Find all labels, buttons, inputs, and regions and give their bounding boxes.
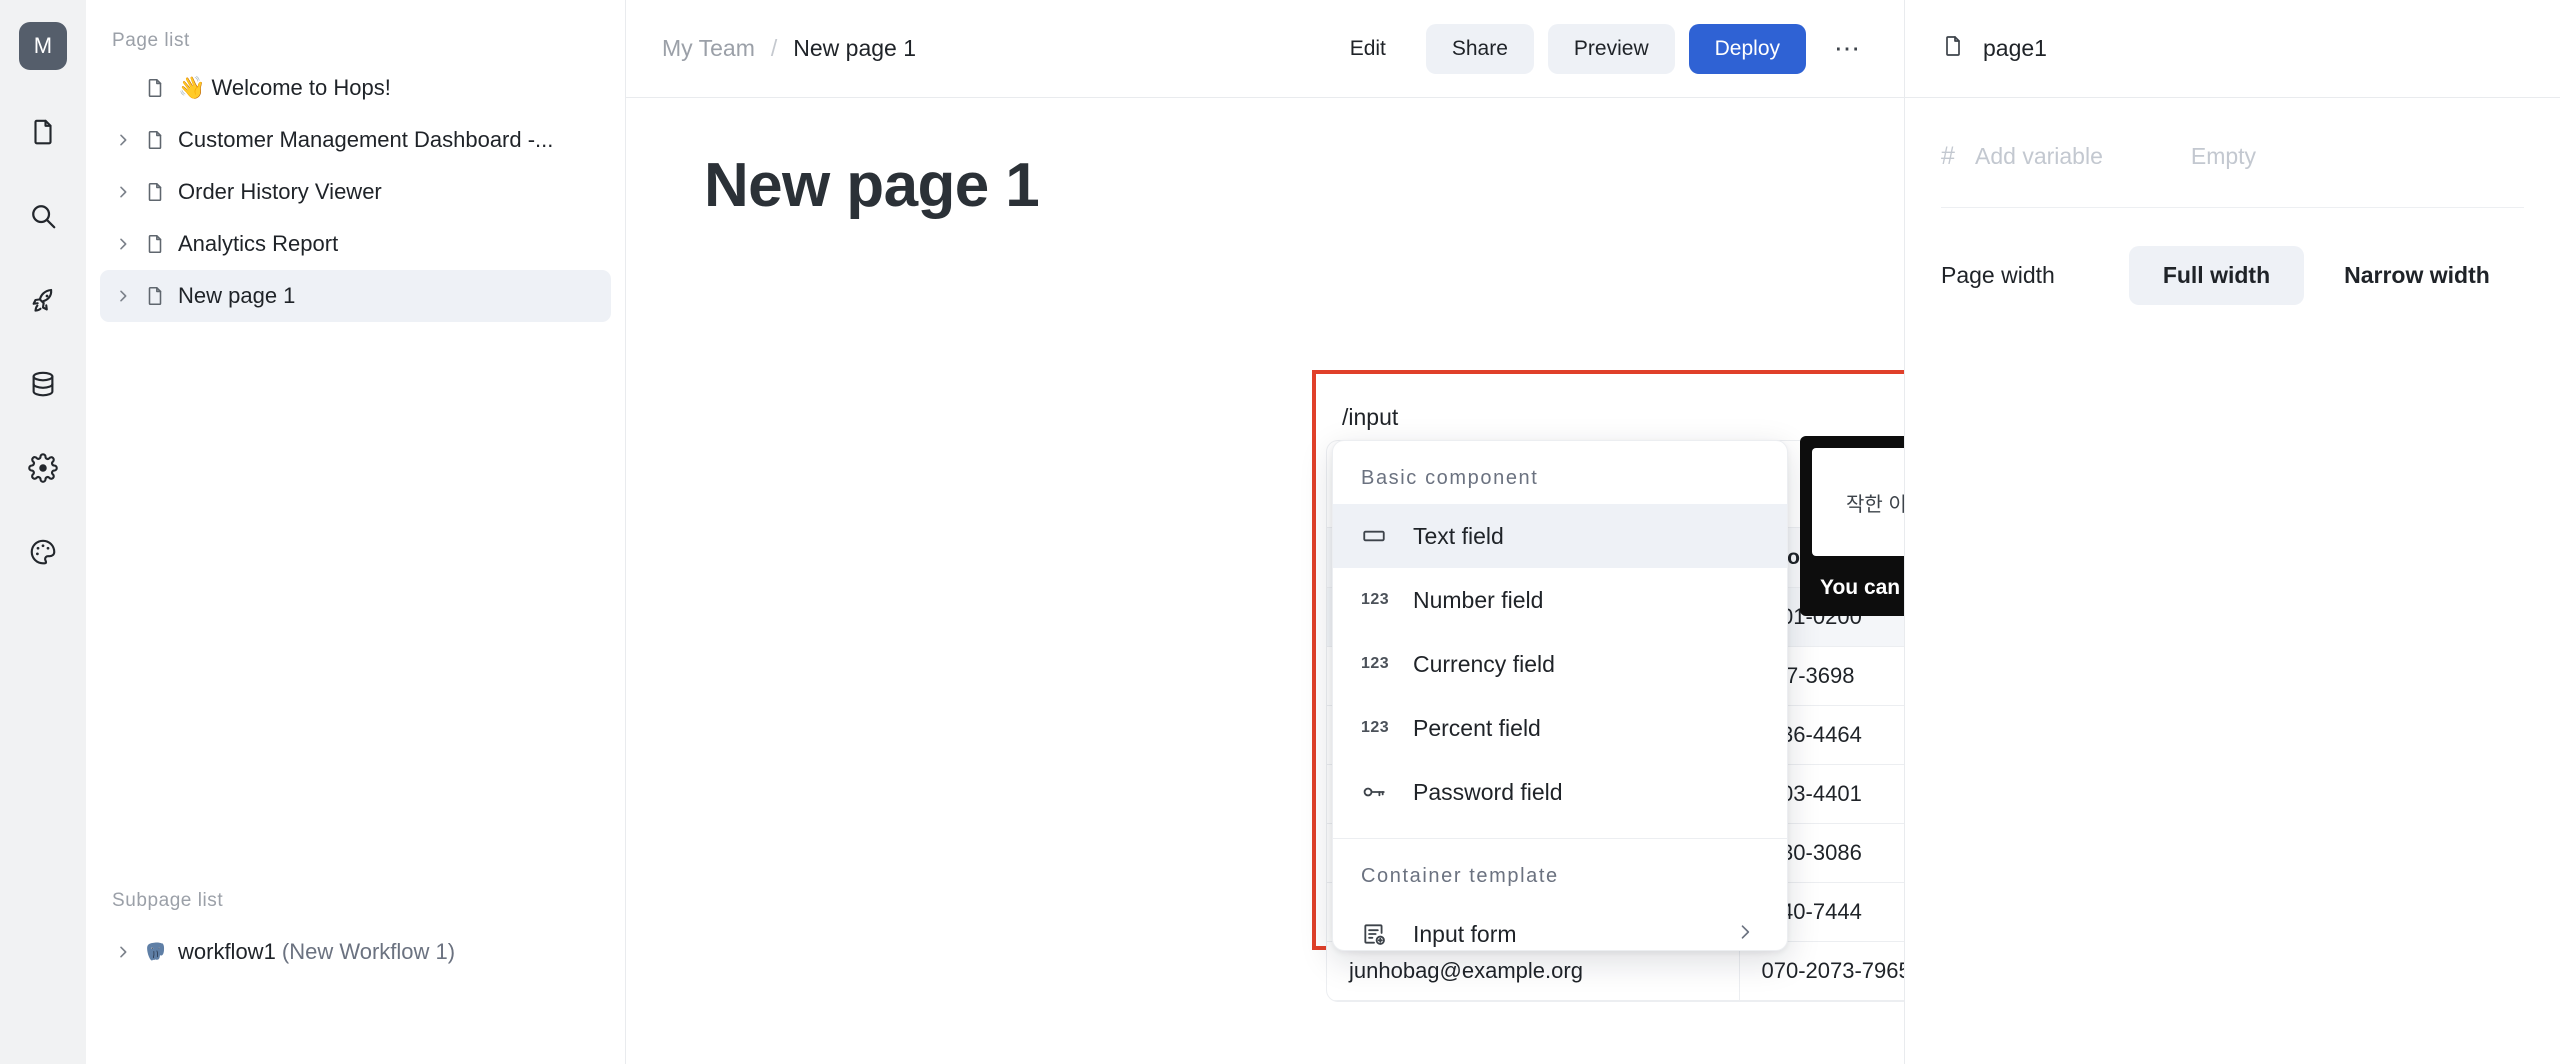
page-canvas: New page 1 Download — [626, 98, 1904, 1064]
list-item-label: Order History Viewer — [178, 179, 382, 204]
menu-item-label: Number field — [1413, 586, 1544, 613]
chevron-right-icon[interactable] — [108, 288, 138, 304]
workspace-logo-label: M — [33, 33, 53, 58]
rail-item-search[interactable] — [17, 190, 69, 242]
form-add-icon — [1361, 921, 1407, 947]
numeric-123-icon: 123 — [1361, 719, 1390, 736]
properties-panel: page1 # Add variable Empty Page width Fu… — [1904, 0, 2560, 1064]
icon-rail: M — [0, 0, 86, 1064]
page-width-full[interactable]: Full width — [2128, 246, 2305, 305]
breadcrumb-current[interactable]: New page 1 — [793, 35, 916, 62]
list-item[interactable]: 👋 Welcome to Hops! — [100, 62, 611, 114]
app-root: M Page list 👋 Welcome to Hops! Customer … — [0, 0, 2560, 1064]
document-icon — [138, 77, 172, 99]
list-item-label: New page 1 — [178, 283, 296, 308]
slash-command-text[interactable]: /input — [1316, 374, 1904, 431]
menu-item-input-form[interactable]: Input form — [1333, 902, 1787, 950]
subpage-list-section: Subpage list workflow1 (New Workflow 1) — [86, 890, 626, 978]
subpage-list-title: Subpage list — [112, 890, 224, 911]
share-button[interactable]: Share — [1425, 23, 1534, 74]
rail-item-deploy[interactable] — [17, 274, 69, 326]
component-group-title: Basic component — [1361, 467, 1539, 489]
page-title[interactable]: New page 1 — [626, 150, 1904, 221]
variable-empty-value: Empty — [2190, 143, 2257, 169]
more-options-icon[interactable]: ⋯ — [1826, 27, 1870, 71]
page-width-segmented-control: Full width Narrow width — [2128, 246, 2524, 305]
breadcrumb-team[interactable]: My Team — [662, 35, 755, 62]
topbar-actions: Edit Share Preview Deploy ⋯ — [1324, 23, 1870, 74]
list-item-label: workflow1 (New Workflow 1) — [178, 939, 456, 964]
chevron-right-icon[interactable] — [108, 944, 138, 960]
gear-icon — [28, 453, 58, 483]
page-width-setting: Page width Full width Narrow width — [1905, 208, 2560, 305]
document-icon — [138, 129, 172, 151]
preview-button[interactable]: Preview — [1547, 23, 1675, 74]
tooltip-caption: You can enter text. — [1820, 576, 1904, 599]
document-icon — [28, 117, 58, 147]
page-list-title: Page list — [112, 30, 190, 51]
rocket-icon — [28, 285, 58, 315]
chevron-right-icon[interactable] — [108, 236, 138, 252]
breadcrumb: My Team / New page 1 — [662, 35, 916, 62]
list-item[interactable]: workflow1 (New Workflow 1) — [100, 926, 612, 978]
list-item[interactable]: Analytics Report — [100, 218, 611, 270]
deploy-button[interactable]: Deploy — [1688, 23, 1806, 74]
numeric-123-icon: 123 — [1361, 655, 1390, 672]
menu-item-label: Input form — [1413, 920, 1517, 947]
menu-item-label: Percent field — [1413, 714, 1541, 741]
document-icon — [1941, 34, 1965, 63]
postgres-icon — [138, 939, 172, 965]
list-item-label: 👋 Welcome to Hops! — [178, 75, 391, 100]
textbox-icon — [1361, 523, 1407, 549]
menu-item-label: Text field — [1413, 522, 1504, 549]
menu-item-label: Password field — [1413, 778, 1563, 805]
database-icon — [28, 369, 58, 399]
page-list-panel: Page list 👋 Welcome to Hops! Customer Ma… — [86, 0, 626, 1064]
search-icon — [28, 201, 58, 231]
palette-icon — [28, 537, 58, 567]
page-width-label: Page width — [1941, 262, 2055, 288]
rail-item-documents[interactable] — [17, 106, 69, 158]
sidebar-item-new-page-1[interactable]: New page 1 — [100, 270, 611, 322]
page-list-rows: 👋 Welcome to Hops! Customer Management D… — [86, 62, 625, 322]
menu-item-text-field[interactable]: Text field — [1333, 504, 1787, 568]
edit-button[interactable]: Edit — [1324, 24, 1412, 74]
add-variable-button[interactable]: Add variable — [1975, 143, 2103, 170]
topbar: My Team / New page 1 Edit Share Preview … — [626, 0, 1904, 98]
menu-item-percent-field[interactable]: 123 Percent field — [1333, 696, 1787, 760]
menu-item-currency-field[interactable]: 123 Currency field — [1333, 632, 1787, 696]
component-group-title: Container template — [1361, 865, 1559, 887]
list-item-label: Analytics Report — [178, 231, 339, 256]
component-preview-tooltip: 작한 이름 내가 그녀를 만났 You can enter text. — [1800, 436, 1904, 616]
properties-panel-header: page1 — [1905, 0, 2560, 98]
menu-item-label: Currency field — [1413, 650, 1555, 677]
hash-icon: # — [1941, 142, 1955, 170]
component-dropdown-menu: Basic component Text field 123 Number fi… — [1332, 440, 1788, 951]
editor-column: My Team / New page 1 Edit Share Preview … — [626, 0, 1904, 1064]
chevron-right-icon[interactable] — [108, 184, 138, 200]
rail-item-database[interactable] — [17, 358, 69, 410]
document-icon — [138, 181, 172, 203]
rail-item-theme[interactable] — [17, 526, 69, 578]
chevron-right-icon[interactable] — [108, 132, 138, 148]
menu-item-number-field[interactable]: 123 Number field — [1333, 568, 1787, 632]
list-item-label: Customer Management Dashboard -... — [178, 127, 554, 152]
preview-field-label: 작한 이름 — [1846, 493, 1904, 516]
rail-item-settings[interactable] — [17, 442, 69, 494]
variables-row[interactable]: # Add variable Empty — [1905, 98, 2560, 171]
document-icon — [138, 233, 172, 255]
tooltip-preview-frame: 작한 이름 내가 그녀를 만났 — [1812, 448, 1904, 556]
document-icon — [138, 285, 172, 307]
page-width-narrow[interactable]: Narrow width — [2310, 246, 2524, 305]
numeric-123-icon: 123 — [1361, 591, 1390, 608]
key-icon — [1361, 779, 1407, 805]
chevron-right-icon — [1735, 921, 1755, 948]
workspace-logo[interactable]: M — [19, 22, 67, 70]
menu-item-password-field[interactable]: Password field — [1333, 760, 1787, 824]
properties-page-name[interactable]: page1 — [1983, 35, 2047, 62]
list-item[interactable]: Order History Viewer — [100, 166, 611, 218]
breadcrumb-separator: / — [770, 35, 778, 61]
list-item[interactable]: Customer Management Dashboard -... — [100, 114, 611, 166]
